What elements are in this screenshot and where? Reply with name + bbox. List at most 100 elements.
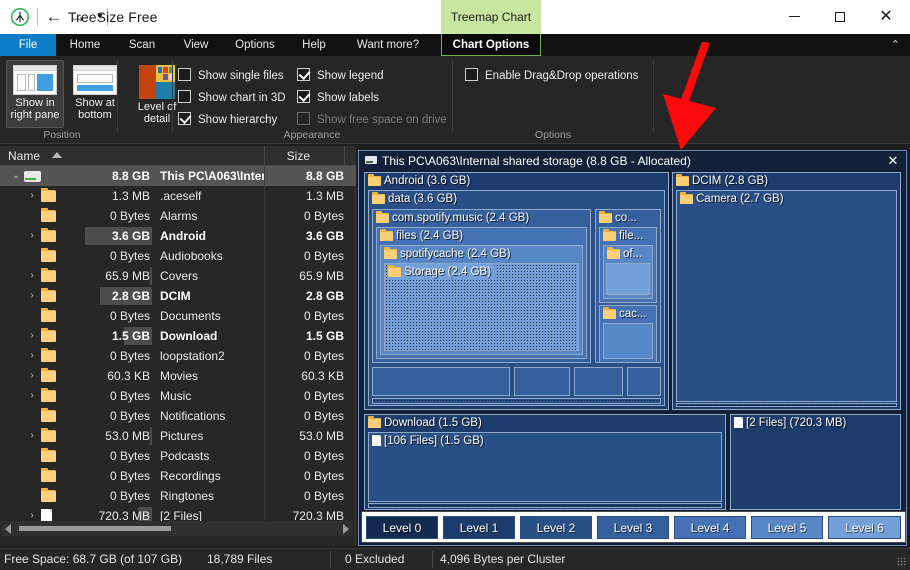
scroll-right-icon[interactable] — [343, 524, 349, 534]
treemap-tile-106-files[interactable]: [106 Files] (1.5 GB) — [368, 432, 722, 502]
row-size-inline: 65.9 MB — [105, 269, 150, 283]
legend-level-4[interactable]: Level 4 — [674, 516, 746, 539]
tab-scan[interactable]: Scan — [114, 34, 170, 56]
icon-shape — [41, 308, 56, 322]
table-row[interactable]: 0 Bytes Audiobooks 0 Bytes — [0, 246, 356, 266]
bottom-layout-icon — [73, 65, 117, 95]
checkbox-show-hierarchy[interactable]: Show hierarchy — [178, 112, 277, 127]
row-size-inline: 0 Bytes — [109, 389, 150, 403]
tab-help[interactable]: Help — [288, 34, 340, 56]
minimize-button[interactable] — [771, 0, 817, 34]
tab-view[interactable]: View — [170, 34, 222, 56]
table-row[interactable]: 0 Bytes Podcasts 0 Bytes — [0, 446, 356, 466]
treemap-tile-of-child[interactable] — [606, 263, 650, 295]
tab-treemap-chart[interactable]: Treemap Chart — [441, 0, 541, 34]
row-name: Documents — [160, 309, 221, 323]
legend-level-3[interactable]: Level 3 — [597, 516, 669, 539]
table-row[interactable]: › 0 Bytes Music 0 Bytes — [0, 386, 356, 406]
show-in-right-pane-button[interactable]: Show in right pane — [6, 60, 64, 128]
treemap-tile-2-files[interactable]: [2 Files] (720.3 MB) — [730, 414, 901, 510]
table-row[interactable]: › 2.8 GB DCIM 2.8 GB — [0, 286, 356, 306]
column-divider[interactable] — [264, 146, 265, 166]
expand-chevron-icon[interactable]: › — [26, 186, 38, 206]
row-size-column: 0 Bytes — [303, 349, 344, 363]
row-column-divider — [264, 186, 265, 206]
legend-level-5[interactable]: Level 5 — [751, 516, 823, 539]
scroll-left-icon[interactable] — [5, 524, 11, 534]
treemap-close-icon[interactable]: ✕ — [885, 153, 901, 169]
right-pane-layout-icon — [13, 65, 57, 95]
treemap-tile-small-4[interactable] — [627, 367, 661, 396]
checkbox-show-chart-in-3d[interactable]: Show chart in 3D — [178, 90, 286, 105]
table-row[interactable]: 0 Bytes Notifications 0 Bytes — [0, 406, 356, 426]
show-at-bottom-label-1: Show at — [75, 97, 115, 109]
table-row[interactable]: 0 Bytes Recordings 0 Bytes — [0, 466, 356, 486]
treemap-tile-cac-child[interactable] — [603, 323, 653, 359]
treemap-tile-small-1[interactable] — [372, 367, 510, 396]
table-row[interactable]: 0 Bytes Documents 0 Bytes — [0, 306, 356, 326]
table-row[interactable]: › 1.3 MB .aceself 1.3 MB — [0, 186, 356, 206]
tab-chart-options[interactable]: Chart Options — [441, 34, 541, 56]
treemap-tile-storage[interactable]: Storage (2.4 GB) — [384, 263, 579, 351]
back-icon[interactable]: ← — [44, 7, 64, 27]
table-row[interactable]: › 3.6 GB Android 3.6 GB — [0, 226, 356, 246]
treemap-tile-small-2[interactable] — [514, 367, 570, 396]
treemap-tile-data-remainder — [372, 398, 661, 404]
table-row[interactable]: 0 Bytes Alarms 0 Bytes — [0, 206, 356, 226]
table-row[interactable]: › 0 Bytes loopstation2 0 Bytes — [0, 346, 356, 366]
table-row[interactable]: 0 Bytes Ringtones 0 Bytes — [0, 486, 356, 506]
expand-chevron-icon[interactable]: › — [26, 266, 38, 286]
column-header-name[interactable]: Name — [8, 146, 40, 166]
row-column-divider — [264, 466, 265, 486]
status-excluded: 0 Excluded — [345, 552, 405, 566]
row-size-inline: 0 Bytes — [109, 349, 150, 363]
checkbox-enable-drag-drop[interactable]: Enable Drag&Drop operations — [465, 68, 638, 83]
folder-icon — [41, 468, 56, 482]
row-column-divider — [264, 226, 265, 246]
treemap-canvas[interactable]: Android (3.6 GB) data (3.6 GB) com.spoti… — [364, 172, 901, 512]
resize-grip-icon[interactable] — [897, 557, 907, 567]
collapse-ribbon-icon[interactable]: ⌃ — [891, 34, 900, 56]
maximize-button[interactable] — [817, 0, 863, 34]
tree-horizontal-scrollbar[interactable] — [1, 521, 353, 536]
treemap-tile-label: Camera (2.7 GB) — [680, 192, 784, 207]
expand-chevron-icon[interactable]: › — [26, 426, 38, 446]
show-at-bottom-button[interactable]: Show at bottom — [66, 60, 124, 128]
expand-chevron-icon[interactable]: › — [26, 286, 38, 306]
tab-want-more[interactable]: Want more? — [340, 34, 436, 56]
checkbox-show-legend[interactable]: Show legend — [297, 68, 384, 83]
expand-chevron-icon[interactable]: › — [26, 226, 38, 246]
expand-chevron-icon[interactable]: › — [26, 346, 38, 366]
tab-home[interactable]: Home — [56, 34, 114, 56]
legend-level-0[interactable]: Level 0 — [366, 516, 438, 539]
expand-chevron-icon[interactable]: › — [26, 326, 38, 346]
legend-level-2[interactable]: Level 2 — [520, 516, 592, 539]
column-header-size[interactable]: Size — [287, 146, 310, 166]
close-button[interactable]: ✕ — [863, 0, 909, 34]
checkbox-show-labels[interactable]: Show labels — [297, 90, 379, 105]
icon-shape — [41, 268, 56, 282]
row-size-inline: 0 Bytes — [109, 209, 150, 223]
table-row[interactable]: › 65.9 MB Covers 65.9 MB — [0, 266, 356, 286]
treemap-tile-label: co... — [599, 211, 637, 226]
expand-chevron-icon[interactable]: › — [26, 386, 38, 406]
tab-file[interactable]: File — [0, 34, 56, 56]
collapse-chevron-icon[interactable]: ⌄ — [10, 166, 22, 186]
legend-level-6[interactable]: Level 6 — [828, 516, 901, 539]
expand-chevron-icon[interactable]: › — [26, 366, 38, 386]
treemap-tile-camera[interactable]: Camera (2.7 GB) — [676, 190, 897, 402]
table-row[interactable]: › 1.5 GB Download 1.5 GB — [0, 326, 356, 346]
treemap-tile-small-3[interactable] — [574, 367, 623, 396]
table-row[interactable]: › 53.0 MB Pictures 53.0 MB — [0, 426, 356, 446]
group-label-position: Position — [43, 129, 81, 141]
icon-shape — [41, 368, 56, 382]
legend-level-1[interactable]: Level 1 — [443, 516, 515, 539]
row-size-inline: 1.3 MB — [111, 189, 150, 203]
tab-options[interactable]: Options — [222, 34, 288, 56]
checkbox-show-single-files[interactable]: Show single files — [178, 68, 284, 83]
table-row[interactable]: ⌄ 8.8 GB This PC\A063\Inter... 8.8 GB — [0, 166, 356, 186]
column-divider-2[interactable] — [344, 146, 345, 166]
icon-shape — [41, 348, 56, 362]
table-row[interactable]: › 60.3 KB Movies 60.3 KB — [0, 366, 356, 386]
scrollbar-thumb[interactable] — [19, 526, 171, 531]
